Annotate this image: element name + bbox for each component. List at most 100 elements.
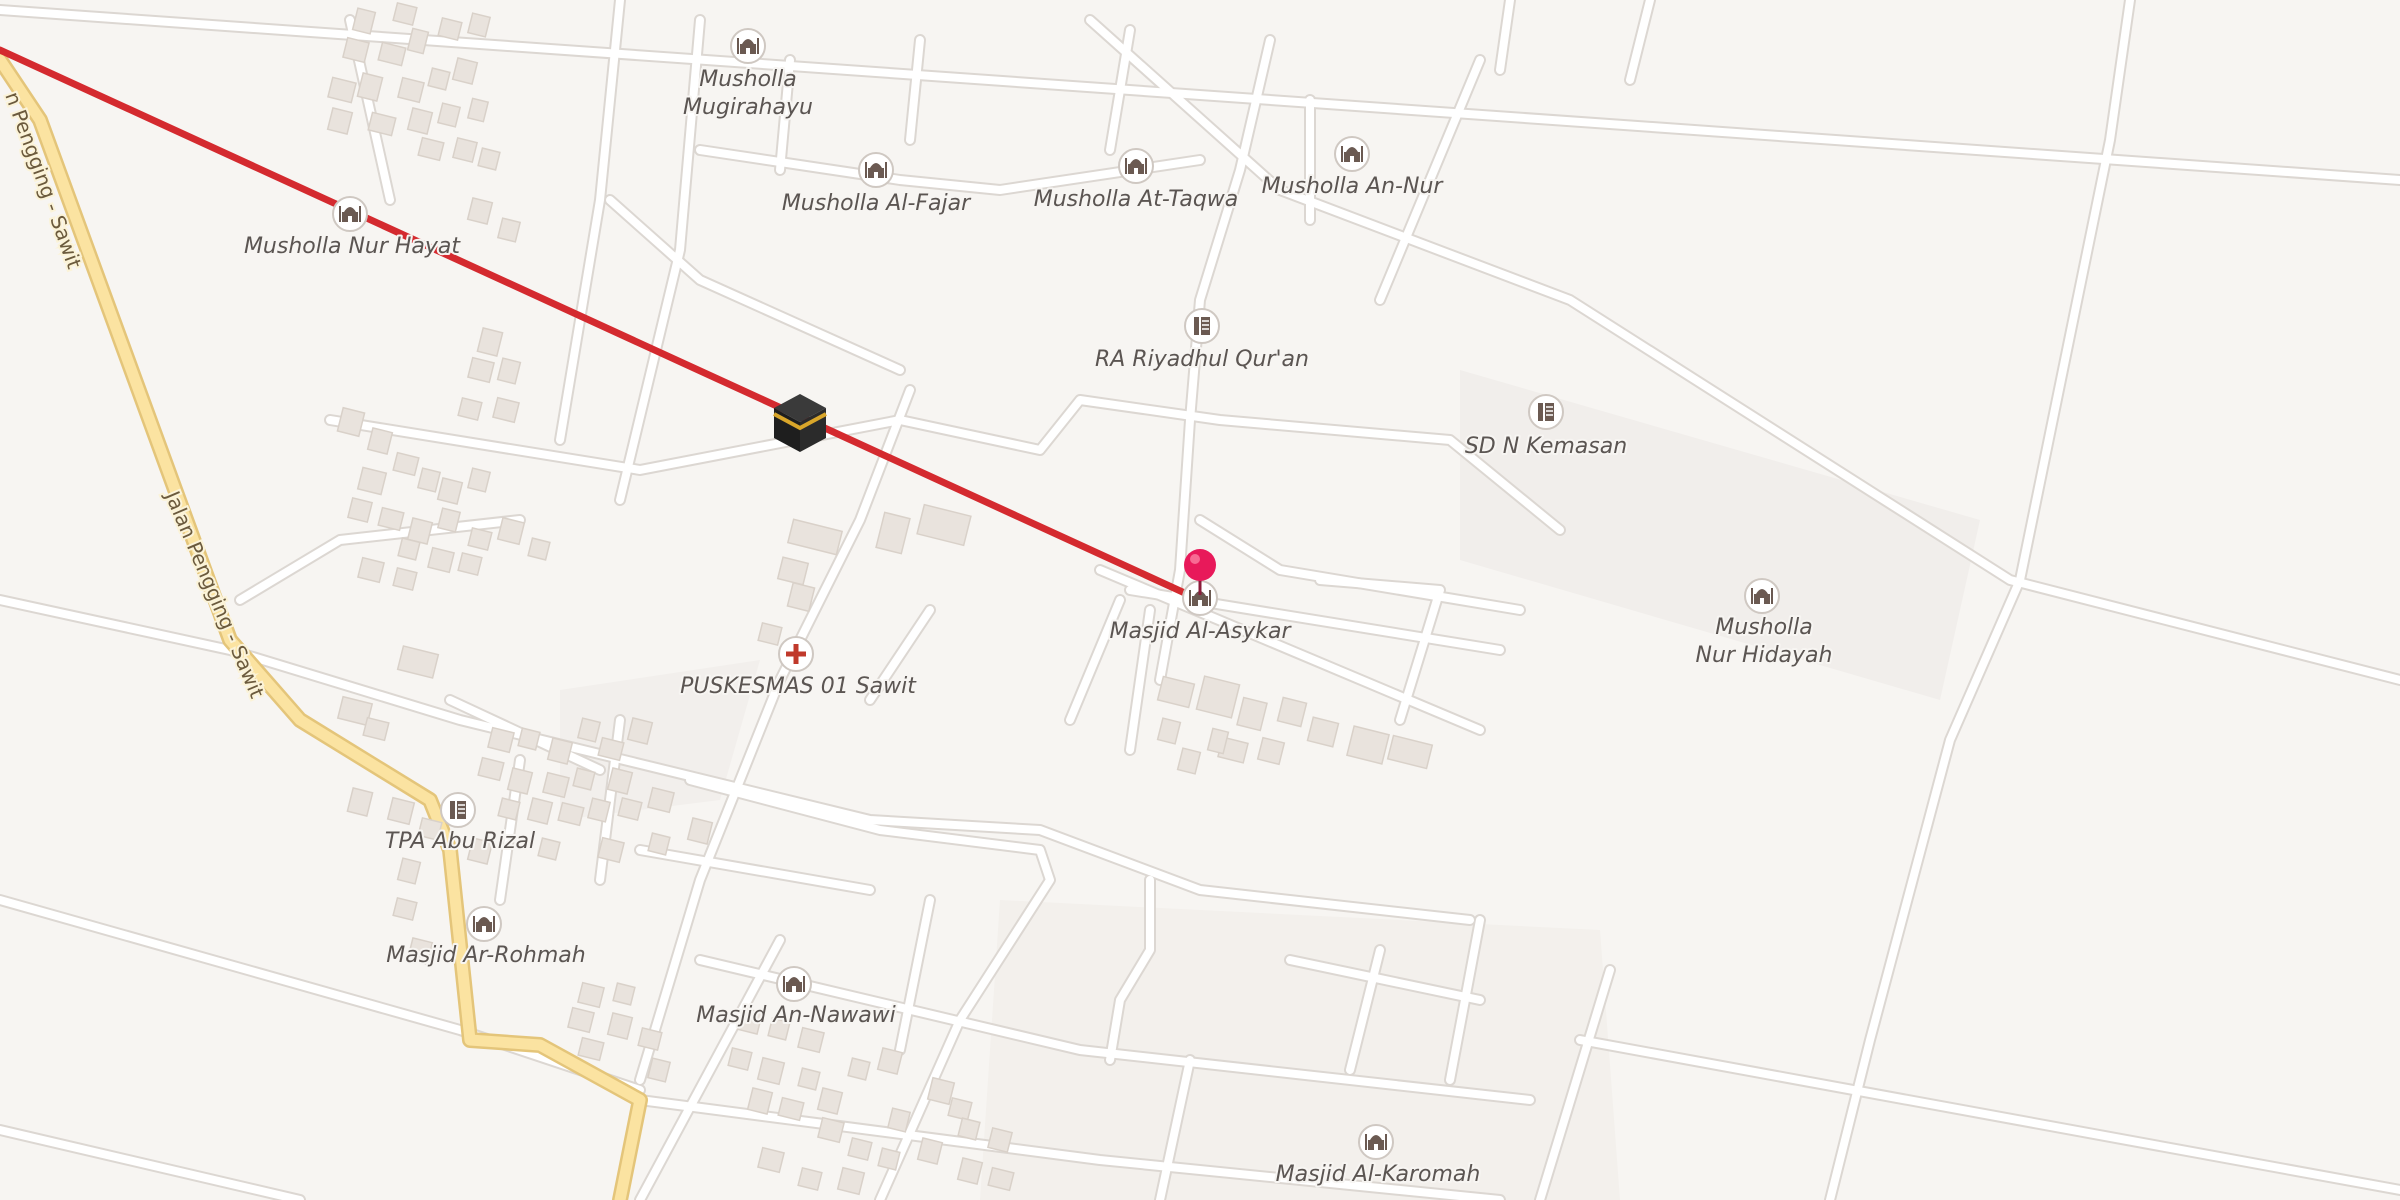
- building: [797, 1067, 821, 1091]
- building: [436, 507, 462, 533]
- building: [527, 537, 551, 561]
- building: [392, 451, 420, 477]
- building: [397, 537, 421, 561]
- building: [377, 41, 407, 67]
- building: [606, 766, 634, 796]
- building: [647, 832, 671, 856]
- building: [476, 327, 504, 357]
- poi-musholla-an-nur[interactable]: Musholla An-Nur: [1260, 136, 1446, 201]
- building: [451, 56, 479, 86]
- poi-ra-riyadhul-quran[interactable]: RA Riyadhul Qur'an: [1093, 308, 1311, 374]
- building: [526, 796, 554, 826]
- mosque-icon: [730, 28, 766, 64]
- building: [1386, 734, 1434, 770]
- poi-label: Musholla: [1715, 615, 1813, 640]
- building: [396, 645, 440, 679]
- poi-label: Musholla At-Taqwa: [1034, 187, 1239, 212]
- mosque-icon: [858, 152, 894, 188]
- building: [1156, 717, 1182, 745]
- poi-label: Nur Hidayah: [1696, 643, 1833, 668]
- building: [392, 566, 418, 592]
- building: [327, 76, 357, 104]
- building: [572, 767, 596, 791]
- building: [1345, 725, 1391, 765]
- building: [877, 1147, 901, 1171]
- building: [416, 467, 442, 493]
- building: [396, 76, 426, 104]
- building: [477, 756, 505, 782]
- poi-label: RA Riyadhul Qur'an: [1095, 347, 1309, 372]
- building: [336, 406, 366, 438]
- building: [727, 1046, 753, 1072]
- building: [466, 467, 492, 493]
- building: [326, 106, 354, 136]
- poi-masjid-ar-rohmah[interactable]: Masjid Ar-Rohmah: [384, 906, 588, 970]
- poi-musholla-nur-hayat[interactable]: Musholla Nur Hayat: [242, 196, 463, 261]
- building: [576, 717, 602, 743]
- building: [457, 396, 483, 422]
- building: [392, 1, 418, 27]
- building: [786, 518, 844, 556]
- building: [341, 36, 371, 64]
- poi-label: Masjid An-Nawawi: [696, 1003, 896, 1028]
- building: [496, 516, 526, 546]
- building: [626, 716, 654, 746]
- building: [756, 1056, 786, 1086]
- building: [776, 556, 810, 586]
- building: [646, 786, 676, 814]
- building: [576, 981, 606, 1009]
- building: [1256, 736, 1286, 766]
- building: [612, 982, 636, 1006]
- building: [517, 727, 541, 751]
- building: [386, 796, 416, 826]
- building: [606, 1011, 634, 1041]
- building: [686, 816, 714, 846]
- building: [486, 726, 516, 754]
- main-road: [0, 52, 648, 1200]
- poi-label: Musholla Nur Hayat: [244, 234, 461, 259]
- building: [816, 1116, 846, 1144]
- building: [377, 506, 405, 532]
- mosque-icon: [776, 966, 812, 1002]
- poi-label: TPA Abu Rizal: [385, 829, 535, 854]
- mosque-icon: [1334, 136, 1370, 172]
- building: [577, 1036, 605, 1062]
- building: [457, 551, 483, 577]
- health-cross-icon: [778, 636, 814, 672]
- poi-label: SD N Kemasan: [1465, 434, 1627, 459]
- building: [596, 836, 626, 864]
- building: [836, 1166, 866, 1196]
- building: [876, 1046, 904, 1076]
- building: [617, 796, 643, 822]
- building: [466, 356, 496, 384]
- poi-label: Musholla An-Nur: [1262, 174, 1445, 199]
- building: [537, 837, 561, 861]
- building: [947, 1096, 973, 1122]
- building: [1195, 675, 1241, 719]
- building: [797, 1166, 823, 1192]
- building: [406, 27, 430, 55]
- building: [497, 797, 521, 821]
- building: [757, 621, 783, 647]
- building: [356, 466, 388, 496]
- building: [816, 1086, 844, 1116]
- building: [346, 787, 374, 817]
- map-canvas[interactable]: Jalan Pengging - Sawit n Pengging - Sawi…: [0, 0, 2400, 1200]
- building: [986, 1126, 1014, 1154]
- mosque-icon: [1358, 1124, 1394, 1160]
- building: [541, 771, 571, 799]
- building: [847, 1136, 873, 1162]
- building: [637, 1026, 663, 1052]
- building: [466, 97, 490, 123]
- building: [466, 196, 494, 226]
- building: [886, 1107, 912, 1133]
- building: [756, 1146, 786, 1174]
- building: [477, 147, 501, 171]
- building: [546, 736, 574, 766]
- building: [436, 102, 462, 128]
- mosque-icon: [1118, 148, 1154, 184]
- mosque-icon: [466, 906, 502, 942]
- school-icon: [440, 792, 476, 828]
- building: [351, 7, 377, 35]
- building: [406, 106, 434, 136]
